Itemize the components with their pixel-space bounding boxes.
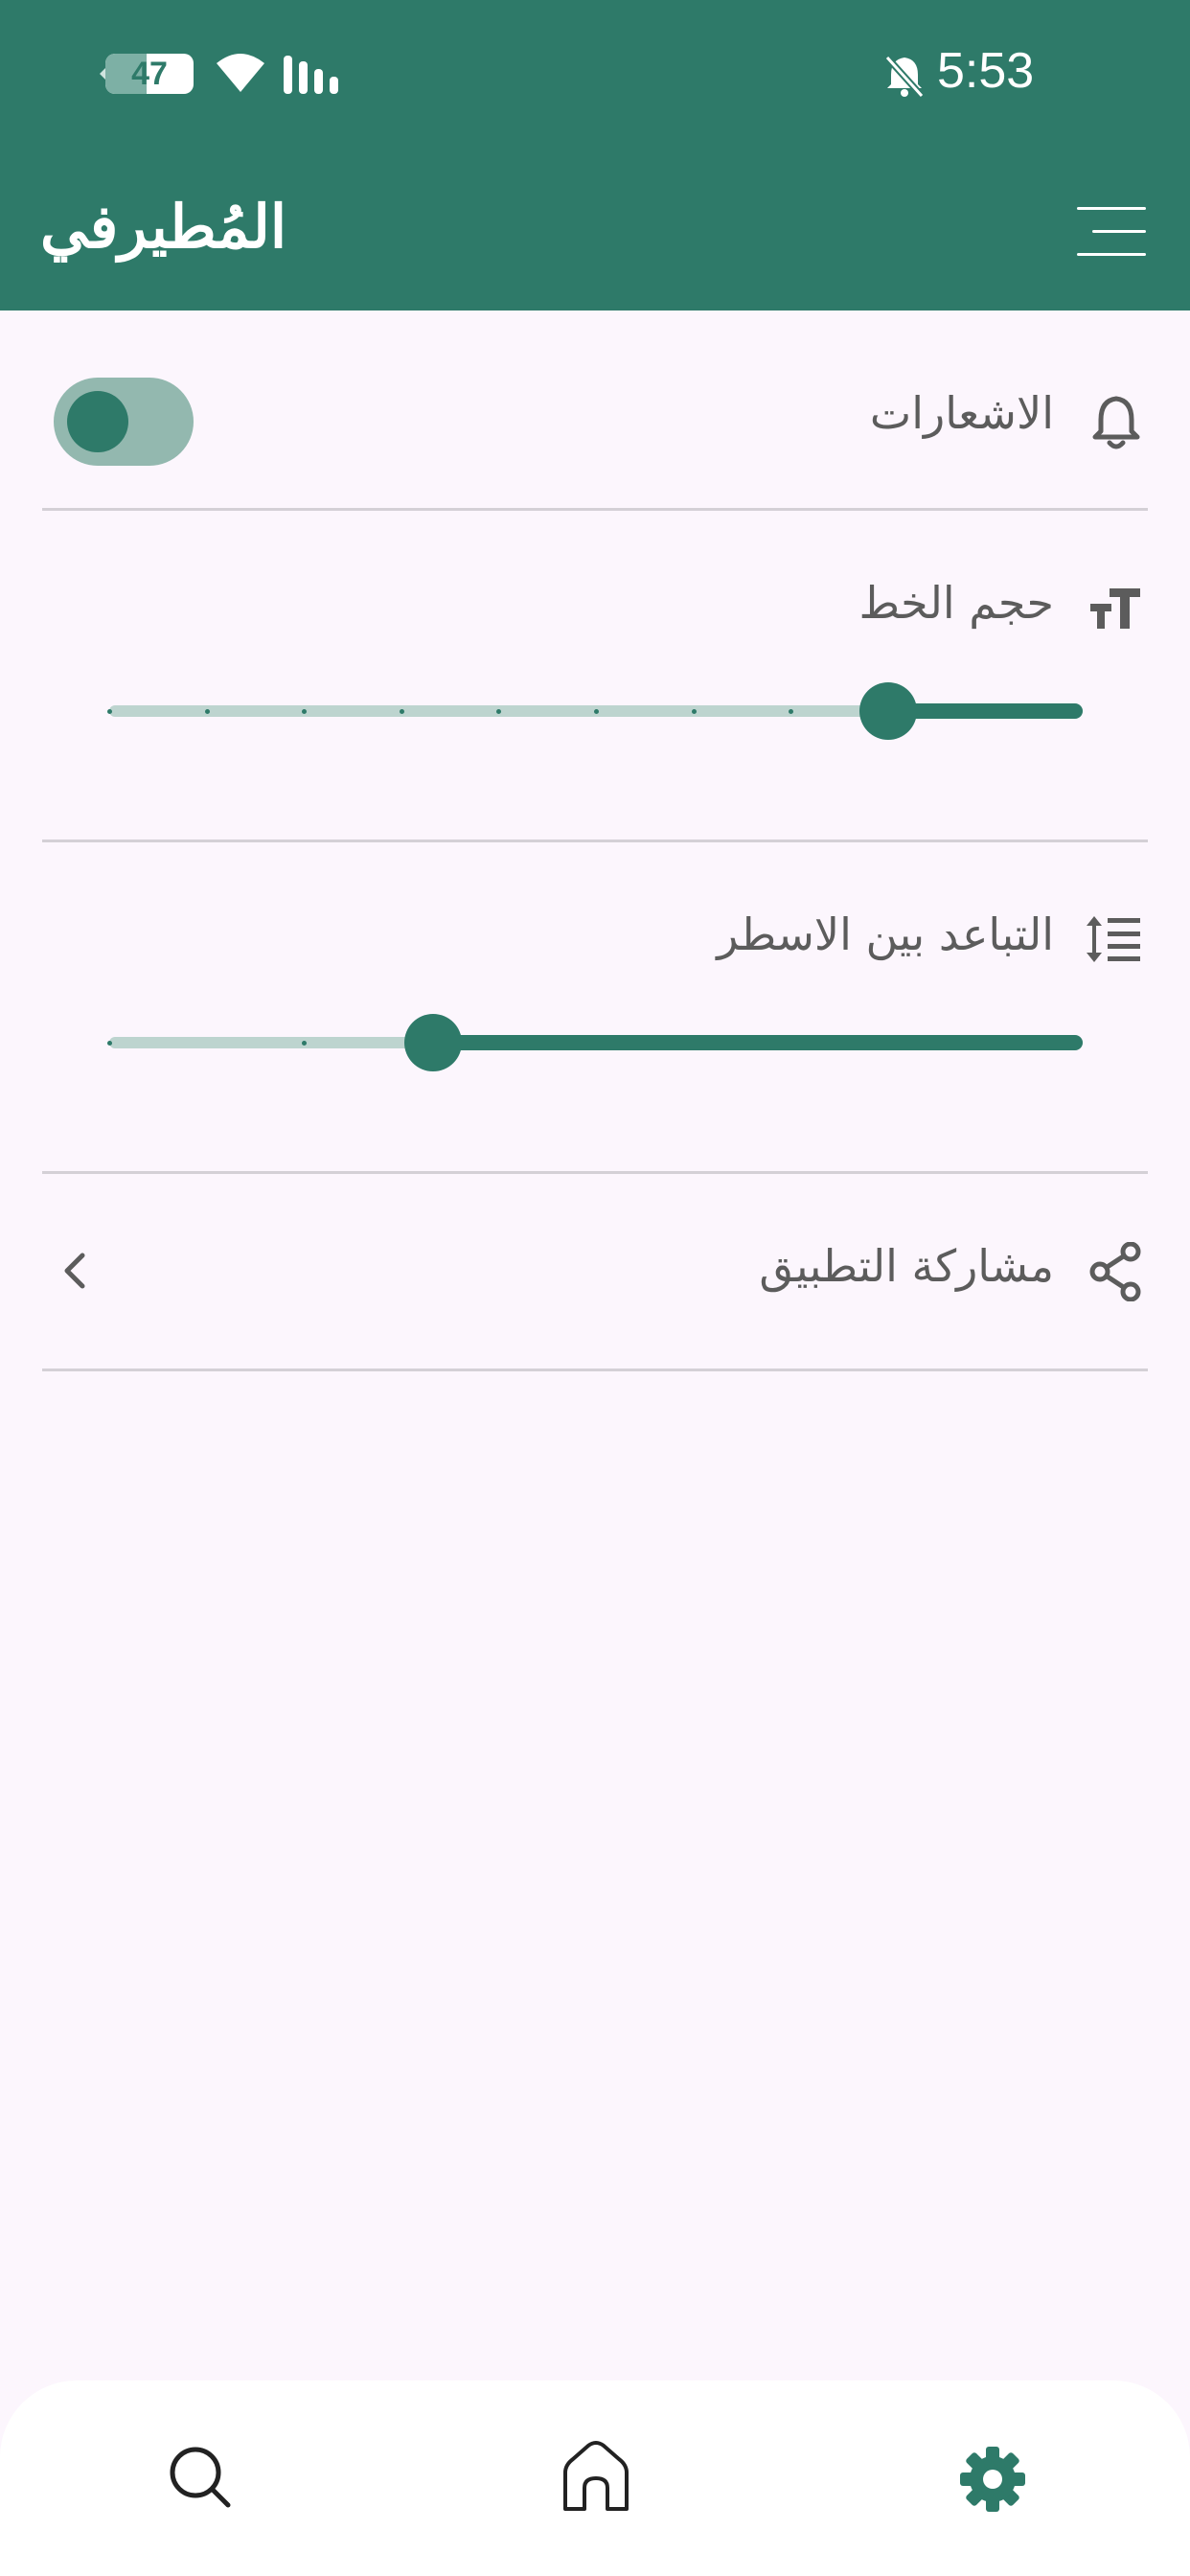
chevron-left-icon [64, 1253, 85, 1289]
text-size-icon [1090, 588, 1140, 629]
bottom-navigation [0, 2380, 1190, 2576]
signal-icon [284, 56, 338, 94]
nav-search[interactable] [142, 2426, 257, 2532]
share-icon [1089, 1242, 1141, 1301]
wifi-icon [217, 54, 264, 92]
clock: 5:53 [937, 43, 1035, 99]
share-app-label: مشاركة التطبيق [759, 1240, 1054, 1292]
line-spacing-slider[interactable] [107, 1014, 1083, 1071]
line-spacing-icon [1087, 916, 1140, 962]
status-bar: 47 5:53 [0, 0, 1190, 153]
slider-thumb[interactable] [858, 682, 917, 740]
slider-tick [594, 709, 599, 714]
nav-home[interactable] [538, 2426, 653, 2532]
slider-active-track [887, 703, 1083, 719]
battery-level: 47 [131, 56, 168, 92]
battery-icon: 47 [105, 54, 194, 94]
notifications-muted-icon [884, 55, 925, 98]
toggle-knob [67, 391, 128, 452]
search-icon [170, 2447, 231, 2508]
nav-settings[interactable] [935, 2426, 1050, 2532]
notifications-toggle[interactable] [54, 378, 194, 466]
home-icon [563, 2441, 629, 2511]
divider [42, 840, 1148, 842]
slider-tick [691, 709, 697, 714]
slider-tick [107, 1041, 112, 1046]
line-spacing-label: التباعد بين الاسطر [717, 908, 1054, 960]
slider-tick [399, 709, 404, 714]
slider-active-track [433, 1035, 1083, 1050]
slider-thumb[interactable] [404, 1014, 463, 1071]
app-header: 47 5:53 المُطيرفي [0, 0, 1190, 310]
slider-tick [204, 709, 210, 714]
bell-icon [1092, 396, 1140, 449]
font-size-slider[interactable] [107, 682, 1083, 740]
app-logo: المُطيرفي [40, 192, 287, 262]
slider-tick [107, 709, 112, 714]
menu-icon[interactable] [1077, 203, 1146, 261]
gear-icon [960, 2447, 1025, 2512]
font-size-label: حجم الخط [858, 577, 1054, 629]
divider [42, 1368, 1148, 1371]
notifications-label: الاشعارات [869, 387, 1054, 439]
divider [42, 508, 1148, 511]
divider [42, 1171, 1148, 1174]
